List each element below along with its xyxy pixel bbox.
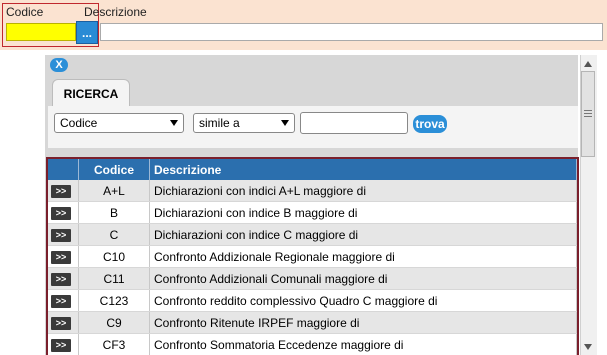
row-descrizione: Confronto Addizionale Regionale maggiore…	[149, 245, 577, 268]
select-row-button[interactable]: >>	[51, 295, 71, 308]
select-row-button[interactable]: >>	[51, 251, 71, 264]
row-descrizione: Dichiarazioni con indice B maggiore di	[149, 201, 577, 224]
codice-input[interactable]	[6, 23, 76, 41]
row-descrizione: Dichiarazioni con indice C maggiore di	[149, 223, 577, 246]
row-descrizione: Confronto Ritenute IRPEF maggiore di	[149, 311, 577, 334]
select-row-button[interactable]: >>	[51, 207, 71, 220]
select-row-button[interactable]: >>	[51, 317, 71, 330]
row-descrizione: Confronto Sommatoria Eccedenze maggiore …	[149, 333, 577, 355]
table-row[interactable]: >> B Dichiarazioni con indice B maggiore…	[48, 201, 577, 224]
scrollbar-thumb[interactable]	[581, 71, 595, 157]
row-codice: A+L	[78, 180, 150, 202]
table-row[interactable]: >> C11 Confronto Addizionali Comunali ma…	[48, 267, 577, 290]
scroll-up-arrow-icon[interactable]	[584, 61, 592, 67]
select-row-button[interactable]: >>	[51, 185, 71, 198]
select-row-button[interactable]: >>	[51, 339, 71, 352]
field-select-value: Codice	[60, 116, 98, 130]
table-row[interactable]: >> C10 Confronto Addizionale Regionale m…	[48, 245, 577, 268]
table-header-row: Codice Descrizione	[48, 159, 577, 180]
grip-line	[584, 116, 592, 117]
close-dialog-button[interactable]: X	[50, 58, 68, 72]
header-select-column	[48, 159, 79, 180]
lookup-button[interactable]: ...	[76, 21, 98, 44]
row-codice: CF3	[78, 333, 150, 355]
dropdown-arrow-icon	[170, 120, 178, 126]
operator-select[interactable]: simile a	[193, 113, 295, 133]
grip-line	[584, 110, 592, 111]
descrizione-label: Descrizione	[84, 5, 147, 19]
tab-ricerca[interactable]: RICERCA	[52, 79, 130, 107]
header-codice[interactable]: Codice	[78, 159, 150, 180]
row-codice: C11	[78, 267, 150, 290]
row-descrizione: Confronto reddito complessivo Quadro C m…	[149, 289, 577, 312]
row-codice: C123	[78, 289, 150, 312]
table-row[interactable]: >> C9 Confronto Ritenute IRPEF maggiore …	[48, 311, 577, 334]
table-row[interactable]: >> C Dichiarazioni con indice C maggiore…	[48, 223, 577, 246]
codice-label: Codice	[6, 5, 44, 19]
results-table: Codice Descrizione >> A+L Dichiarazioni …	[46, 157, 579, 355]
grip-line	[584, 113, 592, 114]
table-row[interactable]: >> C123 Confronto reddito complessivo Qu…	[48, 289, 577, 312]
table-row[interactable]: >> A+L Dichiarazioni con indici A+L magg…	[48, 180, 577, 202]
row-descrizione: Confronto Addizionali Comunali maggiore …	[149, 267, 577, 290]
find-button[interactable]: trova	[413, 115, 447, 133]
row-descrizione: Dichiarazioni con indici A+L maggiore di	[149, 180, 577, 202]
header-descrizione[interactable]: Descrizione	[149, 159, 577, 180]
search-input[interactable]	[300, 112, 408, 134]
row-codice: C	[78, 223, 150, 246]
select-row-button[interactable]: >>	[51, 229, 71, 242]
row-codice: B	[78, 201, 150, 224]
scroll-down-arrow-icon[interactable]	[584, 344, 592, 350]
descrizione-input[interactable]	[100, 23, 603, 41]
operator-select-value: simile a	[199, 116, 240, 130]
dropdown-arrow-icon	[281, 120, 289, 126]
row-codice: C10	[78, 245, 150, 268]
table-row[interactable]: >> CF3 Confronto Sommatoria Eccedenze ma…	[48, 333, 577, 355]
row-codice: C9	[78, 311, 150, 334]
select-row-button[interactable]: >>	[51, 273, 71, 286]
field-select[interactable]: Codice	[54, 113, 184, 133]
